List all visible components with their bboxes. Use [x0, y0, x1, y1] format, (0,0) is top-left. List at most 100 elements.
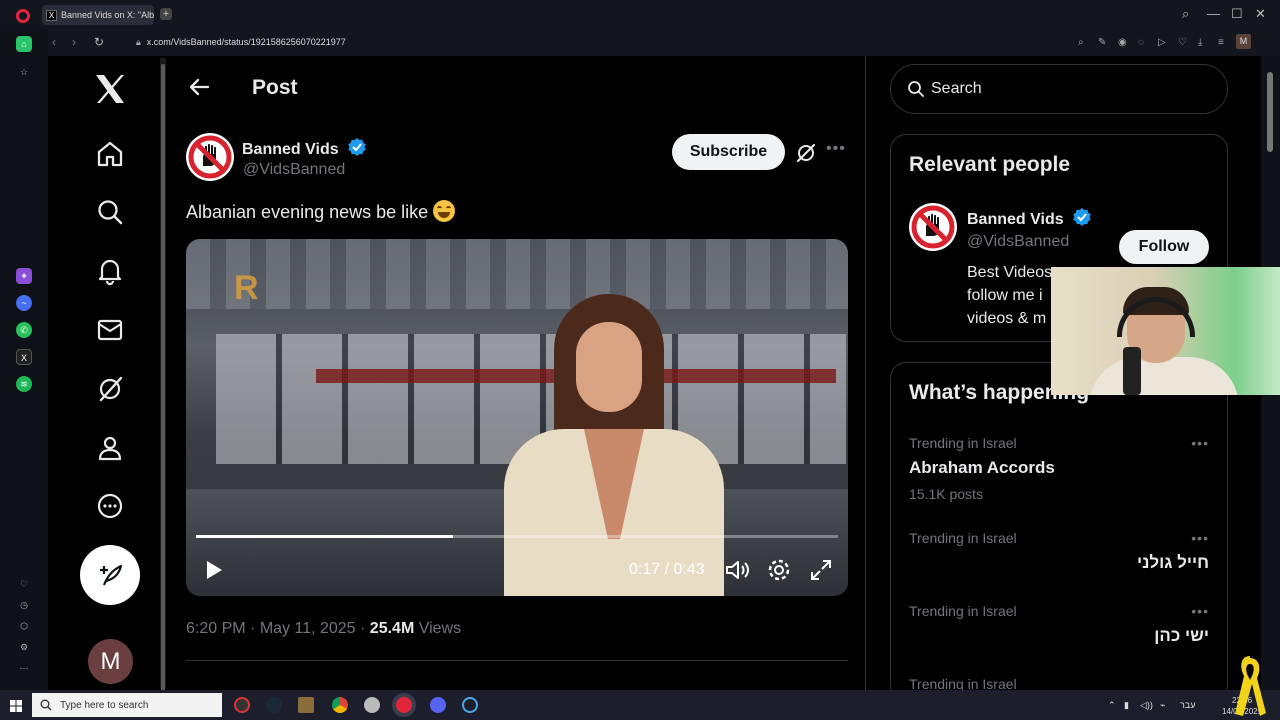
close-window-icon[interactable]: ✕ — [1255, 6, 1266, 22]
camera-icon[interactable]: ◉ — [1118, 37, 1127, 48]
whats-happening-card: What’s happening Trending in Israel Abra… — [890, 362, 1228, 690]
heart-sidebar-icon[interactable]: ♡ — [16, 576, 32, 592]
scrollbar-thumb[interactable] — [1267, 72, 1273, 152]
page-title: Post — [252, 76, 298, 99]
back-nav-icon[interactable]: ‹ — [52, 35, 56, 49]
x-logo-icon[interactable] — [92, 71, 128, 107]
aria-icon[interactable]: ✦ — [16, 268, 32, 284]
menu-icon[interactable]: ≡ — [1218, 37, 1224, 48]
obs-icon[interactable] — [234, 697, 250, 713]
subscribe-button[interactable]: Subscribe — [672, 134, 785, 170]
account-avatar[interactable]: M — [88, 639, 133, 684]
video-progress-fill — [196, 535, 453, 538]
home-icon[interactable] — [92, 136, 128, 172]
explore-icon[interactable] — [92, 194, 128, 230]
post-more-icon[interactable]: ••• — [826, 140, 846, 158]
spotify-icon[interactable]: ≋ — [16, 376, 32, 392]
grok-explain-icon[interactable] — [795, 142, 817, 169]
whatsapp-icon[interactable]: ✆ — [16, 322, 32, 338]
browser-profile-avatar[interactable]: M — [1236, 34, 1251, 49]
tray-chevron-icon[interactable]: ⌃ — [1108, 700, 1116, 711]
yellow-ribbon-icon — [1235, 656, 1266, 716]
search-placeholder: Search — [931, 80, 982, 97]
relevant-avatar[interactable] — [909, 203, 957, 251]
grok-icon[interactable] — [92, 371, 128, 407]
author-name[interactable]: Banned Vids — [242, 137, 367, 159]
network-tray-icon[interactable]: ⌁ — [1160, 700, 1165, 711]
maximize-icon[interactable]: ☐ — [1231, 6, 1243, 22]
browser-tab-bar: X Banned Vids on X: "Alban + ⌕ — ☐ ✕ — [0, 0, 1280, 30]
windows-taskbar: Type here to search ⌃ ▮ ◁)) ⌁ עבר 22:06 … — [0, 690, 1280, 720]
back-arrow-icon[interactable] — [188, 76, 210, 103]
search-input[interactable]: Search — [890, 64, 1228, 114]
star-icon[interactable]: ☆ — [16, 64, 32, 80]
shield-icon[interactable]: ◌ — [1138, 37, 1144, 48]
news-anchor-figure — [504, 294, 744, 596]
video-progress-bar[interactable] — [196, 535, 838, 538]
relevant-name[interactable]: Banned Vids — [967, 207, 1092, 229]
fullscreen-icon[interactable] — [808, 557, 834, 588]
x-favicon-icon: X — [46, 9, 57, 21]
address-bar: ‹ › ↻ 🔒︎ x.com/VidsBanned/status/19215862… — [40, 30, 1280, 56]
download-icon[interactable]: ⤓ — [1198, 37, 1202, 48]
edit-icon[interactable]: ✎ — [1098, 37, 1106, 48]
notifications-icon[interactable] — [92, 253, 128, 289]
volume-icon[interactable] — [724, 557, 750, 588]
steam-icon[interactable] — [266, 697, 282, 713]
relevant-handle[interactable]: @VidsBanned — [967, 233, 1069, 251]
cube-icon[interactable]: ⬡ — [16, 618, 32, 634]
trend-more-icon[interactable]: ••• — [1191, 530, 1209, 546]
messenger-icon[interactable]: ~ — [16, 295, 32, 311]
file-explorer-icon[interactable] — [298, 697, 314, 713]
post-date[interactable]: May 11, 2025 — [260, 620, 356, 637]
post-time[interactable]: 6:20 PM — [186, 620, 246, 637]
play-extension-icon[interactable]: ▷ — [1158, 37, 1166, 48]
more-options-icon[interactable] — [92, 488, 128, 524]
microphone-icon — [1123, 347, 1141, 395]
left-scrollbar[interactable] — [160, 58, 166, 704]
trend-item[interactable]: Trending in Israel ישי כהן ••• — [909, 603, 1209, 646]
messages-icon[interactable] — [92, 312, 128, 348]
search-icon — [908, 81, 924, 97]
search-tabs-icon[interactable]: ⌕ — [1182, 6, 1189, 22]
minimize-icon[interactable]: — — [1207, 6, 1220, 21]
app-c-icon[interactable] — [462, 697, 478, 713]
speaker-tray-icon[interactable]: ◁)) — [1140, 700, 1153, 711]
mic-tray-icon[interactable]: ▮ — [1124, 700, 1129, 711]
opera-logo-icon[interactable] — [16, 9, 30, 23]
trend-more-icon[interactable]: ••• — [1191, 435, 1209, 451]
windows-start-icon[interactable] — [10, 699, 22, 717]
video-settings-icon[interactable] — [766, 557, 792, 588]
trend-item[interactable]: Trending in Israel Abraham Accords 15.1K… — [909, 435, 1209, 502]
more-sidebar-icon[interactable]: ⋯ — [16, 660, 32, 676]
author-handle[interactable]: @VidsBanned — [243, 161, 345, 179]
compose-post-button[interactable] — [80, 545, 140, 605]
browser-tab[interactable]: X Banned Vids on X: "Alban — [42, 5, 154, 25]
trend-item[interactable]: Trending in Israel חייל גולני ••• — [909, 530, 1209, 573]
language-indicator[interactable]: עבר — [1180, 700, 1195, 710]
trend-more-icon[interactable]: ••• — [1191, 603, 1209, 619]
new-tab-button[interactable]: + — [160, 8, 172, 20]
trend-item[interactable]: Trending in Israel — [909, 676, 1209, 690]
history-icon[interactable]: ◷ — [16, 597, 32, 613]
url-field[interactable]: 🔒︎ x.com/VidsBanned/status/19215862560702… — [136, 37, 346, 48]
forward-nav-icon[interactable]: › — [72, 35, 76, 49]
reload-icon[interactable]: ↻ — [94, 35, 104, 49]
heart-icon[interactable]: ♡ — [1178, 37, 1187, 48]
discord-icon[interactable] — [430, 697, 446, 713]
x-sidebar-icon[interactable]: X — [16, 349, 32, 365]
author-avatar[interactable] — [186, 133, 234, 181]
tweet-text: Albanian evening news be like — [186, 200, 456, 223]
taskbar-search-input[interactable]: Type here to search — [32, 693, 222, 717]
lens-icon[interactable]: ⌕ — [1078, 37, 1084, 48]
video-time: 0:17 / 0:43 — [629, 561, 705, 578]
home-workspace-icon[interactable]: ⌂ — [16, 36, 32, 52]
profile-icon[interactable] — [92, 430, 128, 466]
chrome-icon[interactable] — [332, 697, 348, 713]
follow-button[interactable]: Follow — [1119, 230, 1209, 264]
settings-icon[interactable]: ⚙ — [16, 639, 32, 655]
opera-taskbar-icon[interactable] — [396, 697, 412, 713]
play-icon[interactable] — [200, 557, 226, 588]
video-player[interactable]: R 0:17 / 0:43 — [186, 239, 848, 596]
app-icon[interactable] — [364, 697, 380, 713]
